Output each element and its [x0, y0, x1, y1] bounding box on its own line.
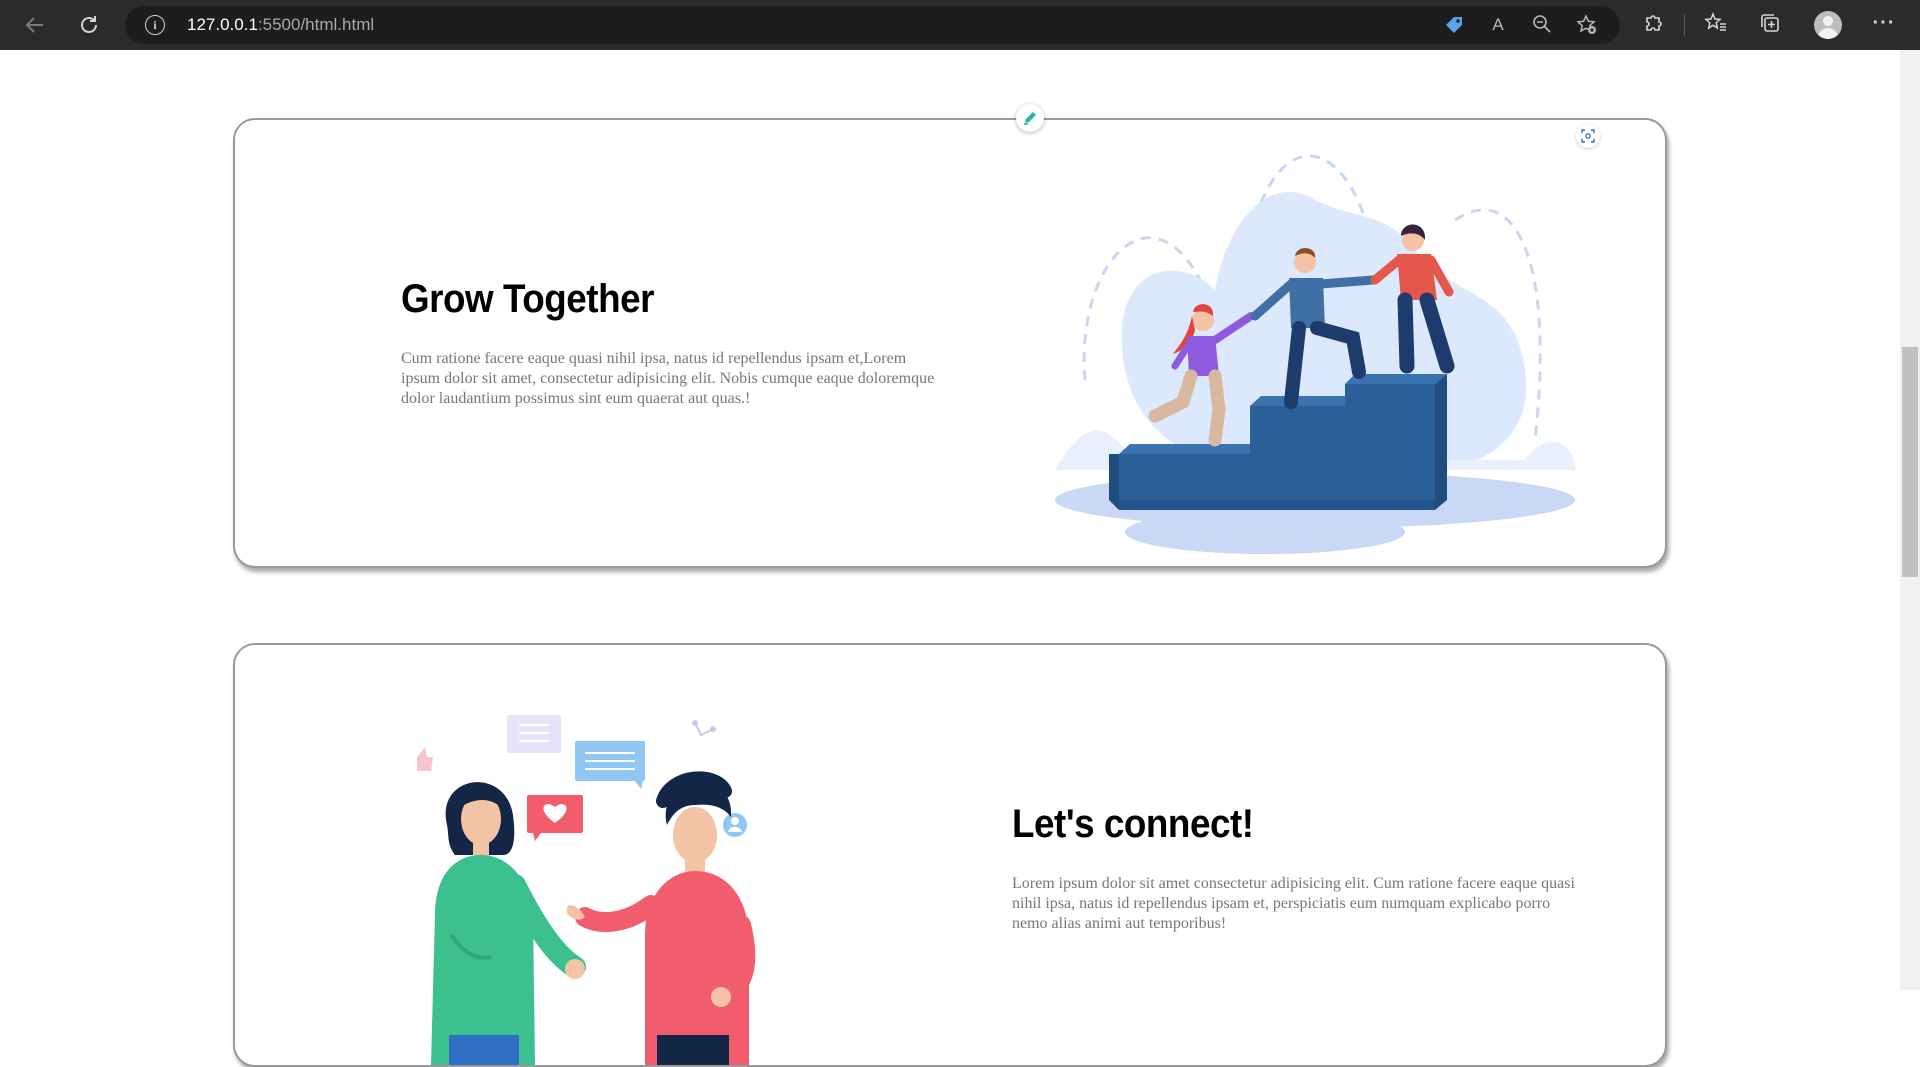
- add-favorite-icon[interactable]: [1576, 14, 1598, 36]
- site-info-icon[interactable]: i: [145, 15, 165, 35]
- toolbar-separator: [1684, 14, 1685, 36]
- section-text: Cum ratione facere eaque quasi nihil ips…: [401, 350, 935, 407]
- more-icon[interactable]: ···: [1871, 10, 1897, 36]
- section-title: Let's connect!: [1012, 802, 1254, 846]
- section-title: Grow Together: [401, 277, 654, 321]
- grow-together-card: Grow Together Cum ratione facere eaque q…: [233, 118, 1667, 568]
- url-text: 127.0.0.1:5500/html.html: [187, 15, 375, 34]
- tag-icon[interactable]: [1443, 14, 1465, 36]
- read-aloud-icon[interactable]: A: [1487, 14, 1509, 36]
- reload-icon[interactable]: [71, 7, 107, 43]
- back-arrow-icon[interactable]: [17, 7, 53, 43]
- collections-icon[interactable]: [1757, 12, 1783, 38]
- address-bar[interactable]: i 127.0.0.1:5500/html.html A: [125, 6, 1620, 44]
- two-people-chatting-illustration: [417, 715, 756, 1065]
- people-climbing-stairs-illustration: [1055, 154, 1575, 554]
- profile-icon[interactable]: [1814, 11, 1842, 39]
- browser-toolbar: i 127.0.0.1:5500/html.html A ···: [0, 0, 1920, 50]
- visual-search-icon[interactable]: [1576, 124, 1600, 148]
- page-scrollbar-thumb[interactable]: [1902, 347, 1918, 577]
- lets-connect-card: Let's connect! Lorem ipsum dolor sit ame…: [233, 643, 1667, 1067]
- zoom-out-icon[interactable]: [1531, 14, 1553, 36]
- favorites-icon[interactable]: [1703, 11, 1729, 38]
- edit-pencil-icon[interactable]: [1016, 104, 1044, 132]
- extensions-icon[interactable]: [1640, 12, 1666, 38]
- section-text: Lorem ipsum dolor sit amet consectetur a…: [1012, 875, 1575, 932]
